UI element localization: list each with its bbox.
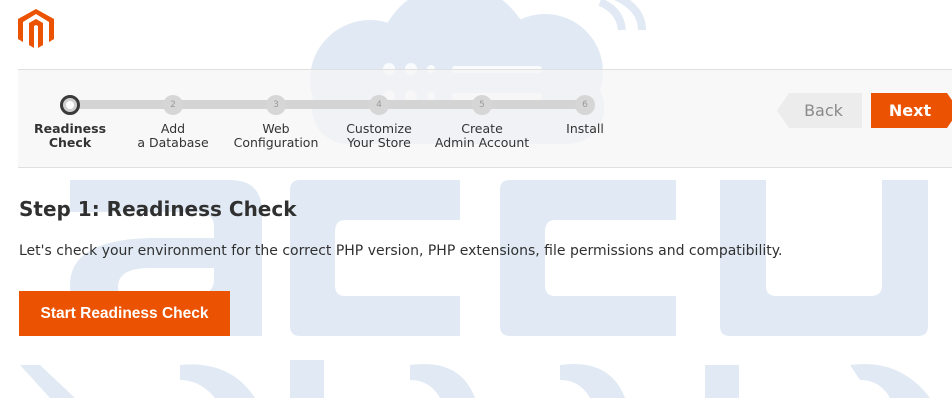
step-4-label-line2: Your Store xyxy=(347,135,411,150)
step-1-label-line1: Readiness xyxy=(33,121,107,136)
step-5-label-line1: Create xyxy=(461,121,503,136)
step-3-label-line1: Web xyxy=(262,121,290,136)
step-4-label: Customize Your Store xyxy=(324,122,434,150)
step-3-indicator: 3 xyxy=(266,95,286,115)
step-2-label-line1: Add xyxy=(160,121,186,136)
step-4-label-line1: Customize xyxy=(346,121,412,136)
step-3-label: Web Configuration xyxy=(221,122,331,150)
start-readiness-check-button[interactable]: Start Readiness Check xyxy=(19,291,230,336)
step-6-indicator: 6 xyxy=(575,95,595,115)
step-1-indicator xyxy=(60,95,80,115)
step-2-label-line2: a Database xyxy=(137,135,209,150)
magento-logo-icon xyxy=(18,9,54,48)
step-3-label-line2: Configuration xyxy=(233,135,319,150)
step-2-label: Add a Database xyxy=(118,122,228,150)
step-6-label-line1: Install xyxy=(566,121,604,136)
step-1-label: Readiness Check xyxy=(15,122,125,150)
page-title: Step 1: Readiness Check xyxy=(19,197,297,221)
wizard-progress: 2 3 4 5 6 Readiness Check Add a Database… xyxy=(18,69,952,168)
back-button[interactable]: Back xyxy=(777,93,862,128)
step-2-indicator: 2 xyxy=(163,95,183,115)
step-5-label: Create Admin Account xyxy=(427,122,537,150)
step-5-indicator: 5 xyxy=(472,95,492,115)
progress-track xyxy=(70,100,584,109)
setup-wizard-page: 2 3 4 5 6 Readiness Check Add a Database… xyxy=(0,0,952,398)
step-5-label-line2: Admin Account xyxy=(434,135,530,150)
step-6-label: Install xyxy=(530,122,640,136)
step-description: Let's check your environment for the cor… xyxy=(19,243,783,259)
step-1-label-line2: Check xyxy=(48,135,92,150)
next-button[interactable]: Next xyxy=(871,93,952,128)
step-4-indicator: 4 xyxy=(369,95,389,115)
